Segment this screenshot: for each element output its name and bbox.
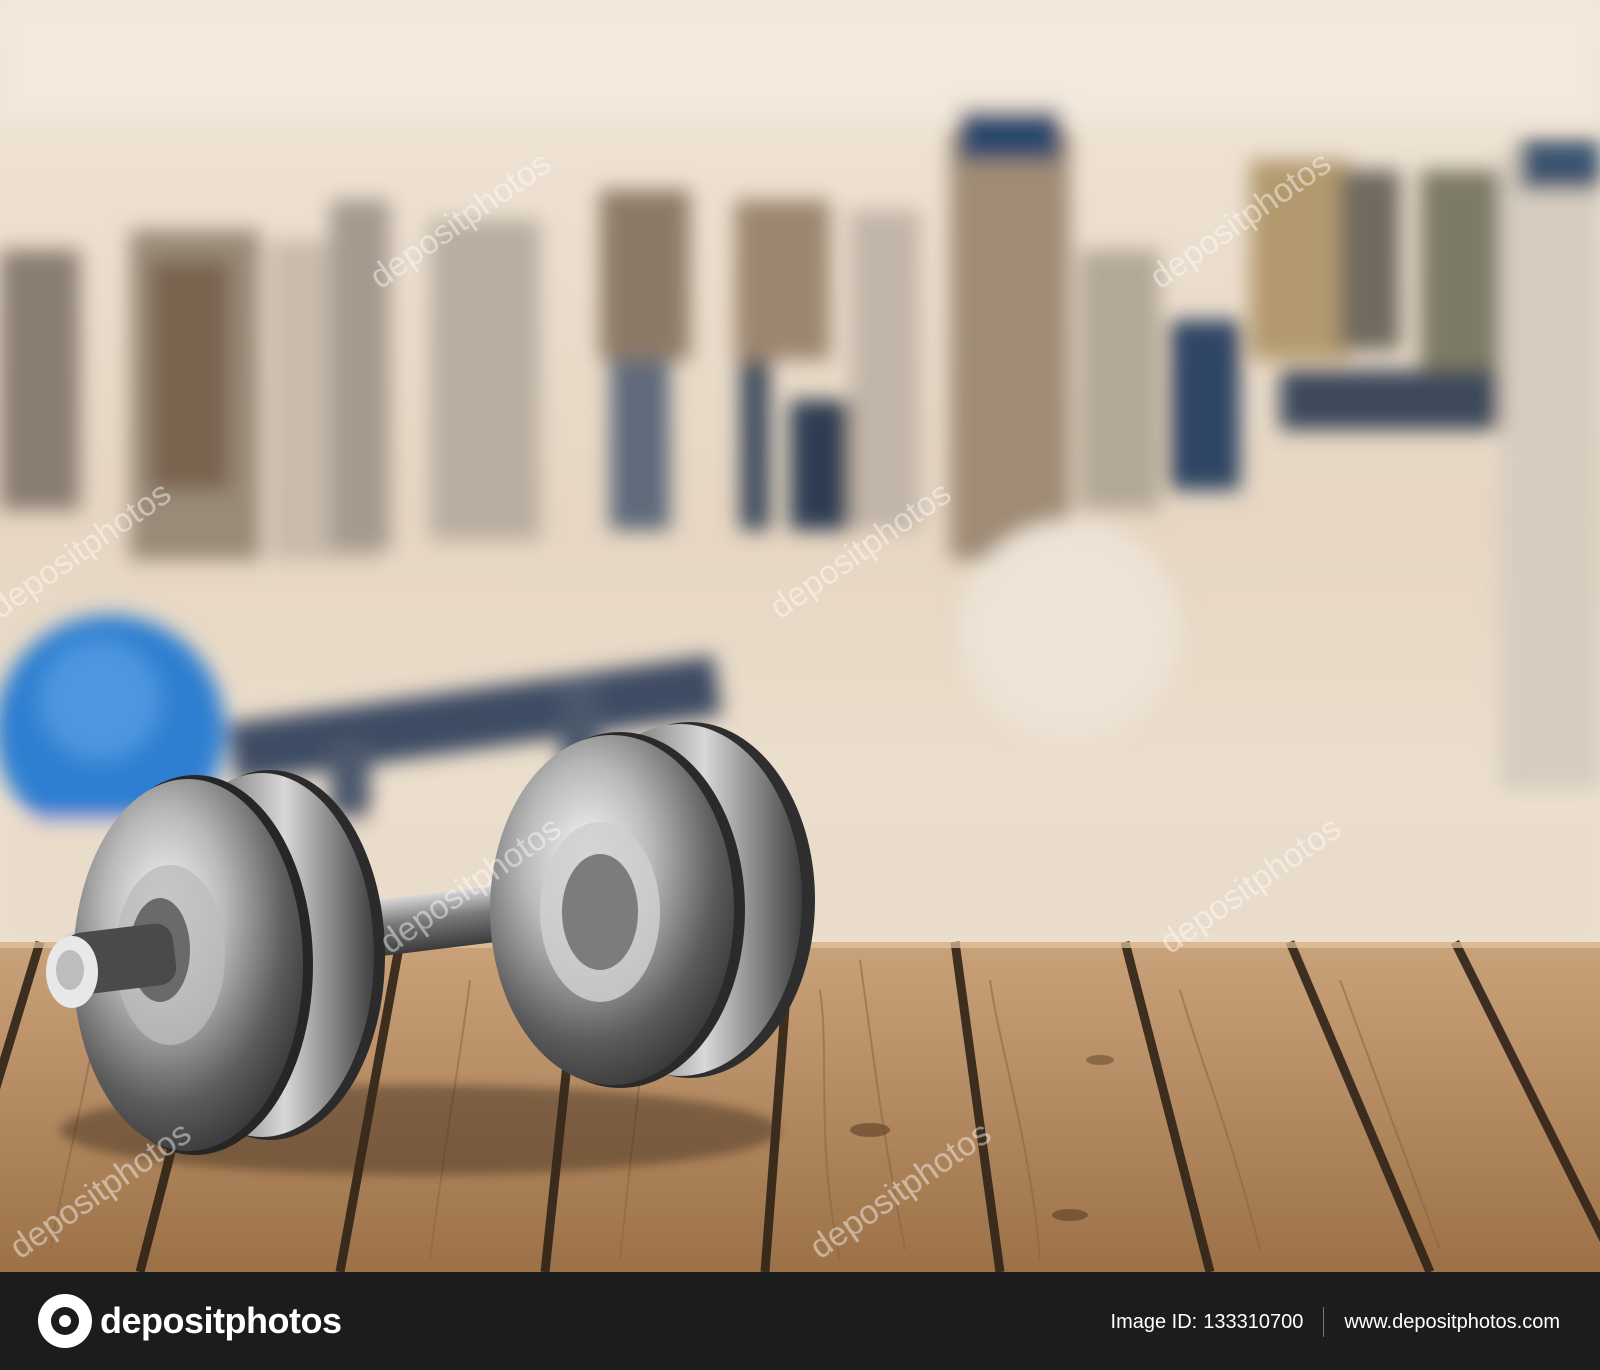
image-id-value: 133310700 (1203, 1310, 1304, 1333)
depositphotos-logo[interactable]: depositphotos (38, 1294, 342, 1348)
stock-photo: depositphotos depositphotos depositphoto… (0, 0, 1600, 1272)
image-meta: Image ID: 133310700 www.depositphotos.co… (1111, 1307, 1560, 1337)
website-link[interactable]: www.depositphotos.com (1344, 1311, 1560, 1334)
divider (1323, 1307, 1325, 1337)
dumbbell-on-wooden-table-photo: depositphotos depositphotos depositphoto… (0, 0, 1600, 1272)
logo-text: depositphotos (100, 1300, 342, 1341)
image-id-label: Image ID: (1110, 1310, 1198, 1333)
stock-footer-bar: depositphotos Image ID: 133310700 www.de… (0, 1272, 1600, 1370)
depositphotos-logo-icon (38, 1294, 92, 1348)
